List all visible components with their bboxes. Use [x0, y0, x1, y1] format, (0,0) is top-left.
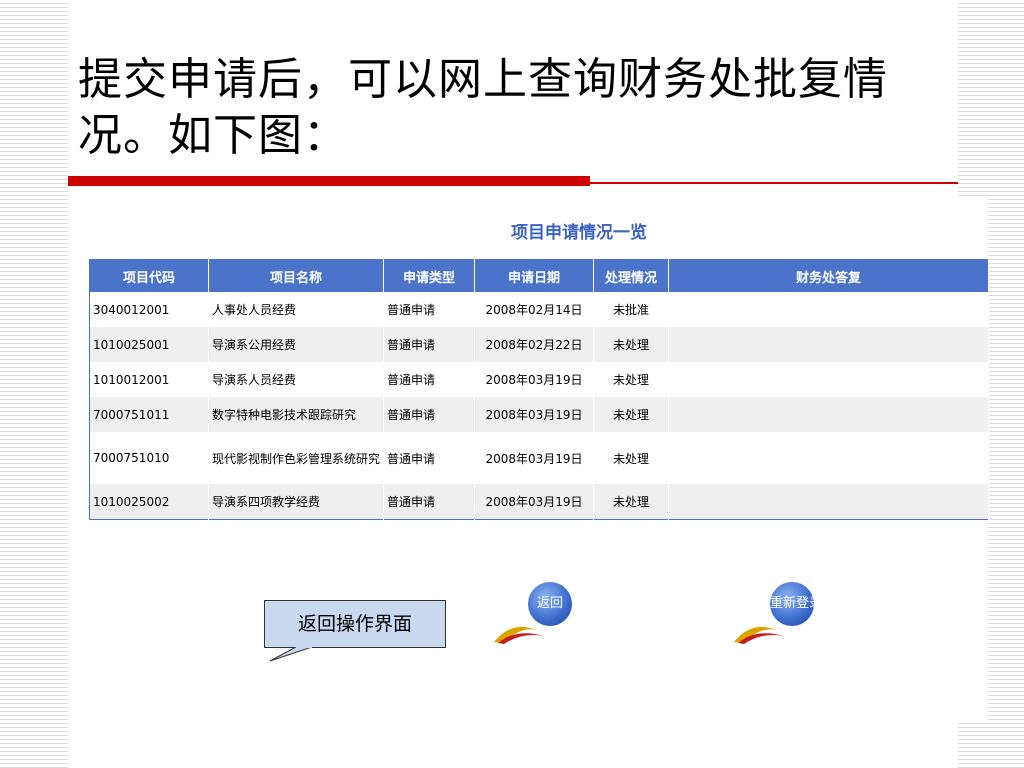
column-header-code: 项目代码 — [89, 259, 209, 292]
cell-status: 未处理 — [593, 362, 669, 397]
cell-type: 普通申请 — [383, 397, 475, 432]
cell-date: 2008年03月19日 — [474, 432, 594, 484]
cell-status: 未处理 — [593, 397, 669, 432]
cell-code: 7000751010 — [89, 432, 209, 484]
cell-code: 1010025001 — [89, 327, 209, 362]
cell-date: 2008年02月14日 — [474, 292, 594, 327]
cell-date: 2008年02月22日 — [474, 327, 594, 362]
cell-reply — [668, 484, 989, 520]
slide-title: 提交申请后，可以网上查询财务处批复情况。如下图： — [78, 54, 888, 161]
column-header-reply: 财务处答复 — [668, 259, 989, 292]
cell-code: 1010012001 — [89, 362, 209, 397]
table-row: 3040012001 人事处人员经费 普通申请 2008年02月14日 未批准 — [89, 292, 989, 327]
cell-reply — [668, 292, 989, 327]
callout-tail-icon — [269, 647, 313, 662]
cell-name: 导演系公用经费 — [208, 327, 384, 362]
column-header-date: 申请日期 — [474, 259, 594, 292]
callout-box: 返回操作界面 — [264, 600, 446, 648]
cell-date: 2008年03月19日 — [474, 362, 594, 397]
cell-name: 人事处人员经费 — [208, 292, 384, 327]
cell-type: 普通申请 — [383, 484, 475, 520]
relogin-circle-icon: 重新登录 — [770, 582, 822, 626]
title-divider-thin — [590, 182, 958, 184]
column-header-type: 申请类型 — [383, 259, 475, 292]
table-title: 项目申请情况一览 — [511, 223, 647, 243]
column-header-name: 项目名称 — [208, 259, 384, 292]
table-row: 7000751011 数字特种电影技术跟踪研究 普通申请 2008年03月19日… — [89, 397, 989, 432]
cell-type: 普通申请 — [383, 432, 475, 484]
cell-reply — [668, 362, 989, 397]
cell-status: 未处理 — [593, 327, 669, 362]
cell-code: 3040012001 — [89, 292, 209, 327]
cell-date: 2008年03月19日 — [474, 484, 594, 520]
project-application-table: 项目代码 项目名称 申请类型 申请日期 处理情况 财务处答复 304001200… — [89, 259, 989, 520]
column-header-status: 处理情况 — [593, 259, 669, 292]
cell-name: 数字特种电影技术跟踪研究 — [208, 397, 384, 432]
table-row: 7000751010 现代影视制作色彩管理系统研究 普通申请 2008年03月1… — [89, 432, 989, 484]
cell-name: 导演系四项教学经费 — [208, 484, 384, 520]
table-row: 1010025001 导演系公用经费 普通申请 2008年02月22日 未处理 — [89, 327, 989, 362]
table-header-row: 项目代码 项目名称 申请类型 申请日期 处理情况 财务处答复 — [89, 259, 989, 292]
cell-reply — [668, 432, 989, 484]
cell-name: 导演系人员经费 — [208, 362, 384, 397]
title-divider-thick — [68, 176, 590, 186]
cell-status: 未处理 — [593, 432, 669, 484]
cell-reply — [668, 397, 989, 432]
table-row: 1010025002 导演系四项教学经费 普通申请 2008年03月19日 未处… — [89, 484, 989, 520]
table-row: 1010012001 导演系人员经费 普通申请 2008年03月19日 未处理 — [89, 362, 989, 397]
cell-status: 未批准 — [593, 292, 669, 327]
cell-type: 普通申请 — [383, 292, 475, 327]
back-button[interactable]: 返回 — [492, 580, 582, 650]
back-circle-icon: 返回 — [528, 582, 572, 626]
cell-code: 1010025002 — [89, 484, 209, 520]
cell-name: 现代影视制作色彩管理系统研究 — [208, 432, 384, 484]
cell-type: 普通申请 — [383, 327, 475, 362]
cell-status: 未处理 — [593, 484, 669, 520]
cell-reply — [668, 327, 989, 362]
relogin-button[interactable]: 重新登录 — [732, 580, 832, 650]
cell-date: 2008年03月19日 — [474, 397, 594, 432]
cell-code: 7000751011 — [89, 397, 209, 432]
cell-type: 普通申请 — [383, 362, 475, 397]
